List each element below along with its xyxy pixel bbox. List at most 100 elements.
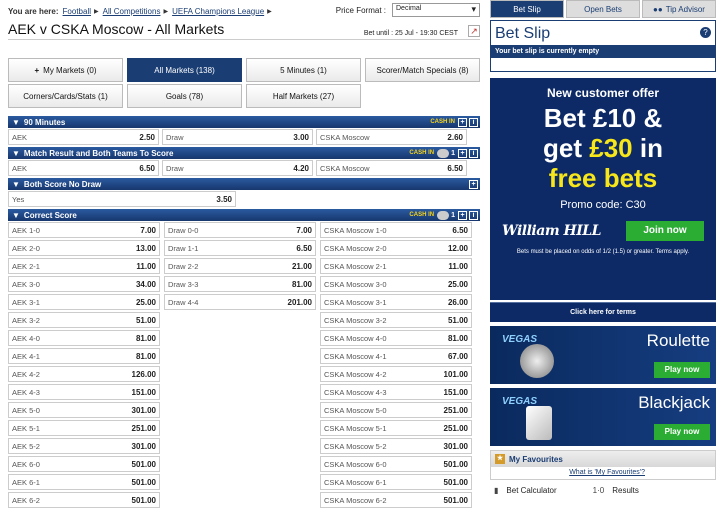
market-both-score-no-draw: ▼ Both Score No Draw + Yes 3.50	[8, 178, 480, 207]
roulette-banner[interactable]: VEGAS Roulette Play now	[490, 326, 716, 384]
selection-button[interactable]: AEK 3-2 51.00	[8, 312, 160, 328]
click-for-terms-link[interactable]: Click here for terms	[490, 302, 716, 322]
half-markets-button[interactable]: Half Markets (27)	[246, 84, 361, 108]
selection-name: Draw 2-2	[168, 261, 199, 271]
breadcrumb-football[interactable]: Football	[63, 7, 91, 16]
info-icon[interactable]: i	[469, 117, 478, 127]
selection-button[interactable]: CSKA Moscow 6-1 501.00	[320, 474, 472, 490]
add-icon[interactable]: +	[458, 210, 467, 220]
five-minutes-button[interactable]: 5 Minutes (1)	[246, 58, 361, 82]
selection-button[interactable]: Draw 3-3 81.00	[164, 276, 316, 292]
chevron-right-icon: ▶	[94, 8, 99, 15]
play-now-button[interactable]: Play now	[654, 362, 710, 378]
blackjack-banner[interactable]: VEGAS Blackjack Play now	[490, 388, 716, 446]
tab-tip-advisor[interactable]: ●● Tip Advisor	[642, 0, 716, 18]
selection-odds: 81.00	[291, 279, 312, 289]
scorer-specials-button[interactable]: Scorer/Match Specials (8)	[365, 58, 480, 82]
selection-name: CSKA Moscow 2-1	[324, 261, 387, 271]
market-header[interactable]: ▼ Correct Score CASH IN 1 + i	[8, 209, 480, 221]
selection-odds: 6.50	[139, 163, 155, 173]
selection-button[interactable]: CSKA Moscow 5-0 251.00	[320, 402, 472, 418]
selection-button[interactable]: CSKA Moscow 4-0 81.00	[320, 330, 472, 346]
selection-button[interactable]: CSKA Moscow 5-1 251.00	[320, 420, 472, 436]
corners-cards-button[interactable]: Corners/Cards/Stats (1)	[8, 84, 123, 108]
selection-button[interactable]: Draw 4-4 201.00	[164, 294, 316, 310]
selection-button[interactable]: CSKA Moscow 6.50	[316, 160, 467, 176]
market-header[interactable]: ▼ Match Result and Both Teams To Score C…	[8, 147, 480, 159]
selection-button[interactable]: AEK 6.50	[8, 160, 159, 176]
add-icon[interactable]: +	[469, 179, 478, 189]
selection-button[interactable]: Draw 2-2 21.00	[164, 258, 316, 274]
collapse-icon[interactable]: ▼	[12, 211, 20, 220]
selection-button[interactable]: Draw 1-1 6.50	[164, 240, 316, 256]
selection-button[interactable]: CSKA Moscow 6-0 501.00	[320, 456, 472, 472]
selection-button[interactable]: CSKA Moscow 3-0 25.00	[320, 276, 472, 292]
tab-open-bets[interactable]: Open Bets	[566, 0, 640, 18]
selection-button[interactable]: AEK 3-1 25.00	[8, 294, 160, 310]
collapse-icon[interactable]: ▼	[12, 118, 20, 127]
collapse-icon[interactable]: ▼	[12, 149, 20, 158]
market-header[interactable]: ▼ 90 Minutes CASH IN + i	[8, 116, 480, 128]
selection-name: Draw 4-4	[168, 297, 199, 307]
selection-button[interactable]: AEK 6-2 501.00	[8, 492, 160, 508]
what-is-favourites-link[interactable]: What is 'My Favourites'?	[491, 469, 715, 476]
selection-button[interactable]: AEK 5-1 251.00	[8, 420, 160, 436]
bet-calculator-link[interactable]: ▮ Bet Calculator	[494, 486, 557, 495]
offer-line-1: Bet £10 &	[543, 103, 663, 133]
selection-button[interactable]: AEK 5-0 301.00	[8, 402, 160, 418]
collapse-icon[interactable]: ▼	[12, 180, 20, 189]
selection-button[interactable]: CSKA Moscow 2-0 12.00	[320, 240, 472, 256]
goals-button[interactable]: Goals (78)	[127, 84, 242, 108]
breadcrumb-label: You are here:	[8, 6, 59, 16]
stats-chart-icon[interactable]: ↗	[468, 25, 480, 37]
help-icon[interactable]: ?	[700, 27, 711, 38]
selection-button[interactable]: Yes 3.50	[8, 191, 236, 207]
selection-button[interactable]: CSKA Moscow 2.60	[316, 129, 467, 145]
selection-button[interactable]: AEK 4-0 81.00	[8, 330, 160, 346]
selection-button[interactable]: AEK 1-0 7.00	[8, 222, 160, 238]
selection-button[interactable]: AEK 2.50	[8, 129, 159, 145]
selection-button[interactable]: Draw 3.00	[162, 129, 313, 145]
selection-button[interactable]: AEK 4-1 81.00	[8, 348, 160, 364]
selection-button[interactable]: AEK 2-0 13.00	[8, 240, 160, 256]
selection-button[interactable]: AEK 5-2 301.00	[8, 438, 160, 454]
selection-button[interactable]: CSKA Moscow 4-3 151.00	[320, 384, 472, 400]
selection-button[interactable]: CSKA Moscow 3-2 51.00	[320, 312, 472, 328]
selection-button[interactable]: CSKA Moscow 4-2 101.00	[320, 366, 472, 382]
selection-button[interactable]: CSKA Moscow 5-2 301.00	[320, 438, 472, 454]
selection-button[interactable]: AEK 6-0 501.00	[8, 456, 160, 472]
selection-button[interactable]: CSKA Moscow 6-2 501.00	[320, 492, 472, 508]
breadcrumb-champions-league[interactable]: UEFA Champions League	[172, 7, 264, 16]
selection-button[interactable]: Draw 0-0 7.00	[164, 222, 316, 238]
selection-button[interactable]: AEK 2-1 11.00	[8, 258, 160, 274]
add-icon[interactable]: +	[458, 148, 467, 158]
selection-button[interactable]: CSKA Moscow 4-1 67.00	[320, 348, 472, 364]
price-format-select[interactable]: Decimal	[392, 3, 480, 17]
play-now-button[interactable]: Play now	[654, 424, 710, 440]
market-header[interactable]: ▼ Both Score No Draw +	[8, 178, 480, 190]
selection-button[interactable]: CSKA Moscow 2-1 11.00	[320, 258, 472, 274]
selection-button[interactable]: CSKA Moscow 1-0 6.50	[320, 222, 472, 238]
info-icon[interactable]: i	[469, 148, 478, 158]
selection-button[interactable]: AEK 4-2 126.00	[8, 366, 160, 382]
selection-name: AEK 1-0	[12, 225, 40, 235]
selection-name: AEK 5-0	[12, 405, 40, 415]
tab-bet-slip[interactable]: Bet Slip	[490, 0, 564, 18]
selection-button[interactable]: AEK 3-0 34.00	[8, 276, 160, 292]
selection-button[interactable]: Draw 4.20	[162, 160, 313, 176]
promo-banner[interactable]: New customer offer Bet £10 & get £30 in …	[490, 78, 716, 300]
selection-odds: 201.00	[287, 297, 312, 307]
add-icon[interactable]: +	[458, 117, 467, 127]
results-link[interactable]: 1·0 Results	[593, 486, 639, 495]
selection-odds: 301.00	[131, 441, 156, 451]
my-markets-button[interactable]: + My Markets (0)	[8, 58, 123, 82]
playing-cards-icon	[526, 406, 552, 440]
join-now-button[interactable]: Join now	[626, 221, 704, 241]
market-90-minutes: ▼ 90 Minutes CASH IN + i AEK 2.50 Draw 3.00…	[8, 116, 480, 145]
all-markets-button[interactable]: All Markets (138)	[127, 58, 242, 82]
selection-button[interactable]: CSKA Moscow 3-1 26.00	[320, 294, 472, 310]
info-icon[interactable]: i	[469, 210, 478, 220]
selection-button[interactable]: AEK 4-3 151.00	[8, 384, 160, 400]
selection-button[interactable]: AEK 6-1 501.00	[8, 474, 160, 490]
breadcrumb-all-competitions[interactable]: All Competitions	[103, 7, 161, 16]
